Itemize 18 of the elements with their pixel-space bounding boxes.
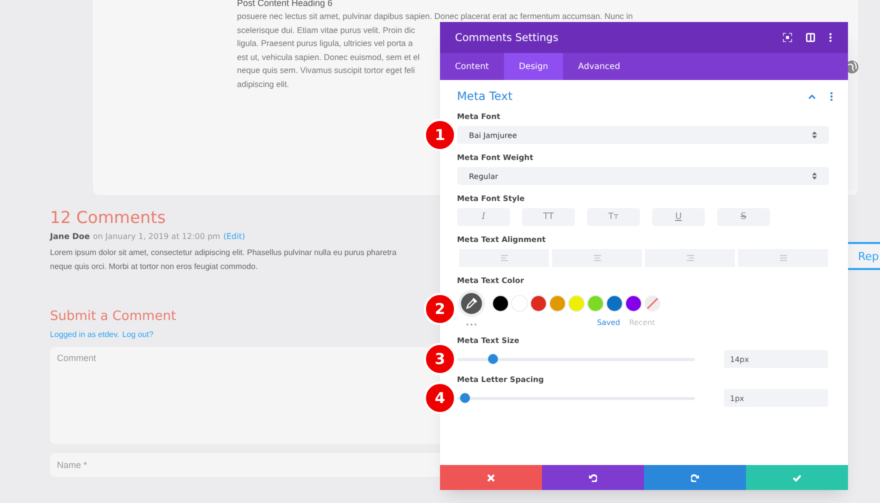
step-number-badge: 3 xyxy=(424,343,456,375)
logged-in-text: Logged in as etdev. xyxy=(50,330,120,339)
submit-title: Submit a Comment xyxy=(50,308,176,326)
comments-title: 12 Comments xyxy=(50,207,166,229)
panel-title: Comments Settings xyxy=(455,32,558,44)
step-number-badge: 2 xyxy=(424,292,456,324)
paragraph-line: adipiscing elit. xyxy=(237,78,290,91)
paragraph-line: ligula. Praesent purus ligula, ultricies vel porta a xyxy=(237,37,413,50)
comment-author: Jane Doe xyxy=(50,232,90,241)
comment-date: on January 1, 2019 at 12:00 pm xyxy=(92,232,220,241)
paragraph-line: est ut, vehicula sapien. Donec euismod, sem et el xyxy=(237,50,420,64)
paragraph-line: neque quis sem. Vivamus suscipit tortor eget feli xyxy=(237,64,415,77)
paragraph-line: posuere nec lectus sit amet, pulvinar dapibus sapien. Donec placerat erat ac fermentum accumsan. Nunc in xyxy=(237,10,633,23)
comment-text: neque quis orci. Morbi at tortor non eros feugiat commodo. xyxy=(50,261,258,273)
step-number-badge: 1 xyxy=(424,119,456,151)
paragraph-line: scelerisque dui. Etiam vitae purus velit. Proin dic xyxy=(237,24,416,37)
comment-text: Lorem ipsum dolor sit amet, consectetur adipiscing elit. Phasellus pulvinar nulla eu purus pharetra xyxy=(50,247,396,259)
step-number-badge: 4 xyxy=(424,382,456,414)
